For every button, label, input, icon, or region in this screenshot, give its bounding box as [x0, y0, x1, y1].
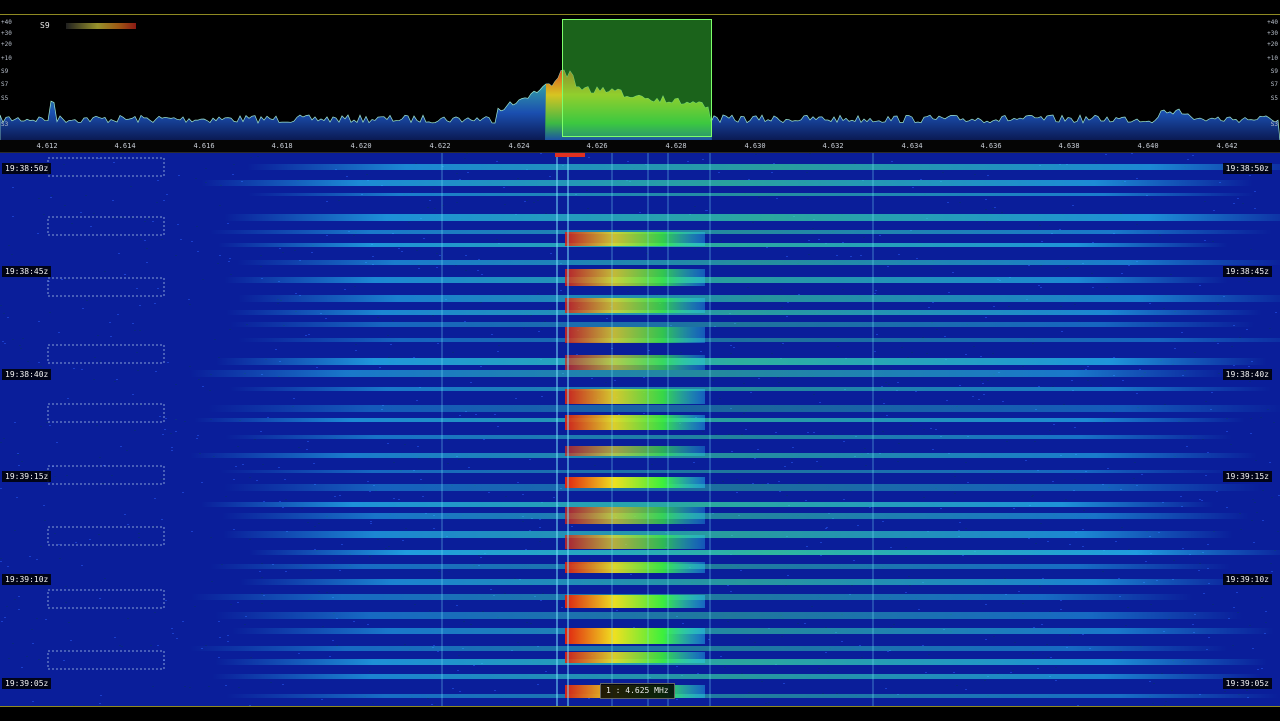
db-label: S9: [1, 68, 9, 75]
timestamp-label-right: 19:38:45z: [1222, 266, 1272, 277]
db-label: S7: [1270, 81, 1278, 88]
frequency-tick-label: 4.622: [429, 142, 451, 150]
frequency-tick-label: 4.634: [901, 142, 923, 150]
s-meter-label: S9: [40, 21, 50, 30]
db-label: +30: [1, 30, 12, 37]
timestamp-label-right: 19:38:40z: [1222, 369, 1272, 380]
frequency-tick-label: 4.624: [508, 142, 530, 150]
spectrum-panel[interactable]: +40 +30 +20 +10 S9 S7 S5 S3 +40 +30 +20 …: [0, 14, 1280, 141]
timestamp-label-left: 19:38:50z: [2, 163, 52, 174]
timestamp-label-right: 19:39:05z: [1222, 678, 1272, 689]
timestamp-label-left: 19:39:10z: [2, 574, 52, 585]
db-label: +40: [1, 19, 12, 26]
frequency-axis[interactable]: 4.612 4.614 4.616 4.618 4.620 4.622 4.62…: [0, 140, 1280, 153]
frequency-tick-label: 4.628: [665, 142, 687, 150]
db-label: +20: [1, 41, 12, 48]
db-scale-left: +40 +30 +20 +10 S9 S7 S5 S3: [0, 15, 16, 141]
db-label: +20: [1267, 41, 1278, 48]
frequency-tick-label: 4.612: [36, 142, 58, 150]
db-label: +40: [1267, 19, 1278, 26]
db-label: S5: [1, 95, 9, 102]
timestamp-label-left: 19:38:45z: [2, 266, 52, 277]
db-label: +30: [1267, 30, 1278, 37]
db-label: +10: [1, 55, 12, 62]
db-label: S5: [1270, 95, 1278, 102]
frequency-tick-label: 4.616: [193, 142, 215, 150]
frequency-tick-label: 4.636: [980, 142, 1002, 150]
frequency-tick-label: 4.614: [114, 142, 136, 150]
frequency-tick-label: 4.632: [822, 142, 844, 150]
timestamp-label-left: 19:39:05z: [2, 678, 52, 689]
frequency-tick-label: 4.638: [1058, 142, 1080, 150]
cursor-frequency-readout: 1 : 4.625 MHz: [600, 683, 675, 699]
frequency-tick-label: 4.630: [744, 142, 766, 150]
s-meter-bar: [66, 23, 136, 29]
frequency-tick-label: 4.642: [1216, 142, 1238, 150]
frequency-tick-label: 4.618: [271, 142, 293, 150]
db-label: S7: [1, 81, 9, 88]
waterfall-display[interactable]: 19:38:50z 19:38:50z 19:38:45z 19:38:45z …: [0, 153, 1280, 706]
timestamp-label-right: 19:39:15z: [1222, 471, 1272, 482]
db-label: S3: [1270, 121, 1278, 128]
passband-filter-overlay[interactable]: [562, 19, 712, 137]
frequency-tick-label: 4.626: [586, 142, 608, 150]
db-label: S3: [1, 121, 9, 128]
db-label: S9: [1270, 68, 1278, 75]
timestamp-label-right: 19:38:50z: [1222, 163, 1272, 174]
db-scale-right: +40 +30 +20 +10 S9 S7 S5 S3: [1264, 15, 1280, 141]
db-label: +10: [1267, 55, 1278, 62]
waterfall-plot: [0, 153, 1280, 706]
timestamp-label-left: 19:39:15z: [2, 471, 52, 482]
timestamp-label-left: 19:38:40z: [2, 369, 52, 380]
timestamp-label-right: 19:39:10z: [1222, 574, 1272, 585]
sdr-receiver-window: +40 +30 +20 +10 S9 S7 S5 S3 +40 +30 +20 …: [0, 0, 1280, 721]
frequency-tick-label: 4.640: [1137, 142, 1159, 150]
bottom-frame: [0, 706, 1280, 721]
frequency-tick-label: 4.620: [350, 142, 372, 150]
